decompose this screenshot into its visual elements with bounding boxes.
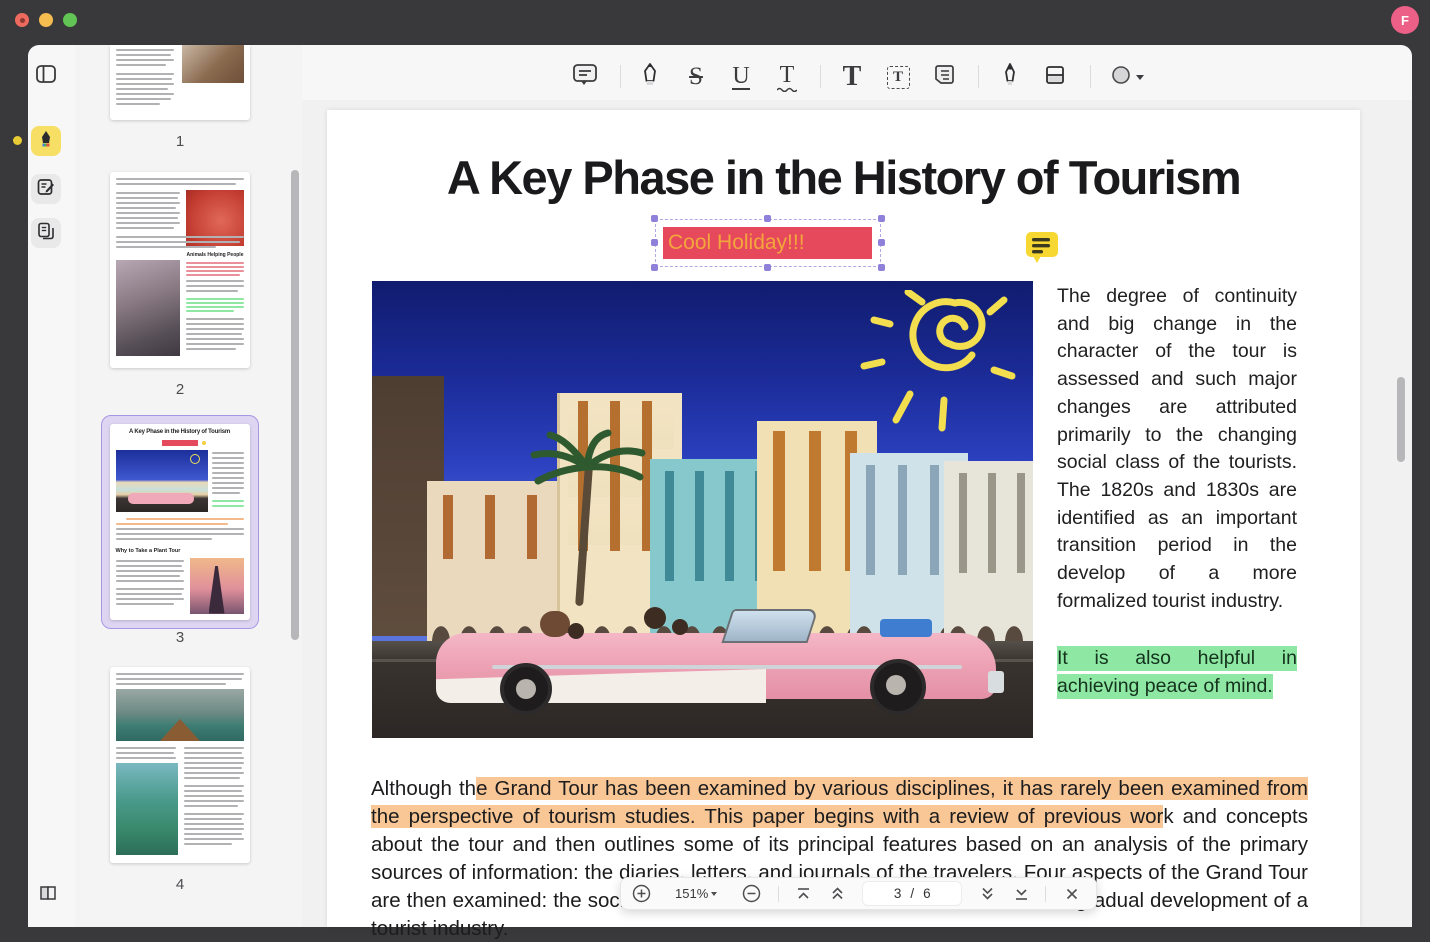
squiggly-underline-tool-button[interactable]: T xyxy=(771,61,803,93)
thumb2-photo-cat xyxy=(116,260,180,356)
thumbnail-page-1-label: 1 xyxy=(110,133,250,150)
underline-tool-button[interactable]: U xyxy=(725,61,757,93)
minimize-window-button[interactable] xyxy=(39,13,53,27)
selection-handle-w[interactable] xyxy=(651,239,658,246)
thumb4-photo-lake xyxy=(116,689,244,741)
document-scrollbar[interactable] xyxy=(1397,377,1405,462)
selection-handle-n[interactable] xyxy=(764,215,771,222)
floating-page-toolbar: 151% 3 / 6 xyxy=(620,877,1097,910)
sticky-note-icon xyxy=(932,63,956,92)
thumb2-heading: Animals Helping People xyxy=(186,252,244,258)
comment-bubble-icon xyxy=(572,62,598,92)
selection-handle-sw[interactable] xyxy=(651,264,658,271)
pen-icon xyxy=(1000,62,1020,93)
thumb3-redbox xyxy=(162,440,198,446)
thumbnail-page-3-label: 3 xyxy=(110,629,250,646)
edit-note-tool-button[interactable] xyxy=(31,174,61,204)
squiggly-underline-icon: T xyxy=(780,63,795,87)
thumbnail-page-2[interactable]: Animals Helping People xyxy=(110,172,250,368)
dropdown-arrow-icon xyxy=(1136,75,1144,80)
text-box-tool-button[interactable]: T xyxy=(882,61,914,93)
next-page-button[interactable] xyxy=(970,878,1004,909)
selection-handle-e[interactable] xyxy=(878,239,885,246)
body-text-right-column: The degree of continuity and big change … xyxy=(1057,283,1297,615)
green-highlight-mark: It is also helpful in achieving peace of… xyxy=(1057,646,1297,699)
thumbnail-page-3-selected[interactable]: A Key Phase in the History of Tourism Wh… xyxy=(101,415,259,629)
thumbnail-page-4-label: 4 xyxy=(110,876,250,893)
organize-pages-tool-button[interactable] xyxy=(31,218,61,248)
underline-icon: U xyxy=(732,64,749,90)
selected-textbox-annotation[interactable]: Cool Holiday!!! xyxy=(655,219,881,267)
palm-fronds xyxy=(522,429,652,499)
thumb3-note-dot xyxy=(202,441,206,445)
book-icon xyxy=(38,884,58,907)
zoom-window-button[interactable] xyxy=(63,13,77,27)
selection-handle-ne[interactable] xyxy=(878,215,885,222)
circle-shape-icon xyxy=(1110,64,1132,91)
eraser-icon xyxy=(1044,63,1066,92)
current-page: 3 xyxy=(894,886,902,901)
toggle-sidebar-button[interactable] xyxy=(31,61,61,91)
selection-handle-se[interactable] xyxy=(878,264,885,271)
first-page-button[interactable] xyxy=(786,878,820,909)
thumb1-photo-cats xyxy=(182,45,244,83)
strikethrough-tool-button[interactable]: S xyxy=(680,61,712,93)
sticky-note-tool-button[interactable] xyxy=(928,61,960,93)
previous-page-button[interactable] xyxy=(820,878,854,909)
page-separator: / xyxy=(910,886,914,901)
body-text-bottom-paragraph: Although the Grand Tour has been examine… xyxy=(371,775,1308,942)
add-text-tool-button[interactable]: T xyxy=(836,61,868,93)
last-page-button[interactable] xyxy=(1004,878,1038,909)
page-number-input[interactable]: 3 / 6 xyxy=(862,881,962,906)
textbox-content[interactable]: Cool Holiday!!! xyxy=(663,227,872,259)
paragraph-pre: Although th xyxy=(371,777,476,800)
pen-tool-button[interactable] xyxy=(994,61,1026,93)
sun-doodle-annotation[interactable] xyxy=(852,290,1027,445)
strikethrough-icon: S xyxy=(689,63,703,91)
zoom-level-value: 151% xyxy=(675,886,708,901)
text-box-icon: T xyxy=(887,66,910,89)
thumb4-photo-canyon xyxy=(116,763,178,855)
selection-handle-s[interactable] xyxy=(764,264,771,271)
blue-box xyxy=(880,619,932,637)
close-window-button[interactable] xyxy=(15,13,29,27)
thumb3-photo-eiffel xyxy=(190,558,244,614)
windshield xyxy=(721,609,818,643)
reader-view-button[interactable] xyxy=(33,880,63,910)
eraser-tool-button[interactable] xyxy=(1039,61,1071,93)
sidebar-toggle-icon xyxy=(35,64,57,89)
green-highlighted-sentence[interactable]: It is also helpful in achieving peace of… xyxy=(1057,645,1297,700)
pages-copy-icon xyxy=(36,221,56,246)
active-tool-indicator-dot xyxy=(13,136,22,145)
close-toolbar-button[interactable] xyxy=(1053,878,1091,909)
highlighter-pen-icon xyxy=(639,62,661,93)
thumb3-section-heading: Why to Take a Plant Tour xyxy=(116,548,216,554)
thumb3-photo-havana xyxy=(116,450,208,512)
sticky-note-annotation[interactable] xyxy=(1024,230,1060,264)
thumbnail-page-1[interactable] xyxy=(110,45,250,120)
text-icon: T xyxy=(843,61,862,93)
thumbnail-scrollbar[interactable] xyxy=(291,170,299,640)
note-pencil-icon xyxy=(36,177,56,202)
highlight-tool-button[interactable] xyxy=(634,61,666,93)
titlebar: F xyxy=(0,0,1430,45)
user-avatar[interactable]: F xyxy=(1391,6,1419,34)
comment-tool-button[interactable] xyxy=(569,61,601,93)
zoom-in-button[interactable] xyxy=(621,878,661,909)
zoom-level-dropdown[interactable]: 151% xyxy=(661,878,731,909)
selection-handle-nw[interactable] xyxy=(651,215,658,222)
shape-tool-button[interactable] xyxy=(1106,61,1148,93)
annotate-tool-button[interactable] xyxy=(31,126,61,156)
thumbnail-page-3[interactable]: A Key Phase in the History of Tourism Wh… xyxy=(110,424,250,620)
document-title: A Key Phase in the History of Tourism xyxy=(347,150,1340,205)
thumbnail-page-4[interactable] xyxy=(110,667,250,863)
total-pages: 6 xyxy=(923,886,931,901)
zoom-out-button[interactable] xyxy=(731,878,771,909)
highlighter-marker-icon xyxy=(36,129,56,154)
thumbnail-page-2-label: 2 xyxy=(110,381,250,398)
zoom-dropdown-arrow-icon xyxy=(711,892,717,896)
thumb3-title: A Key Phase in the History of Tourism xyxy=(112,429,248,435)
